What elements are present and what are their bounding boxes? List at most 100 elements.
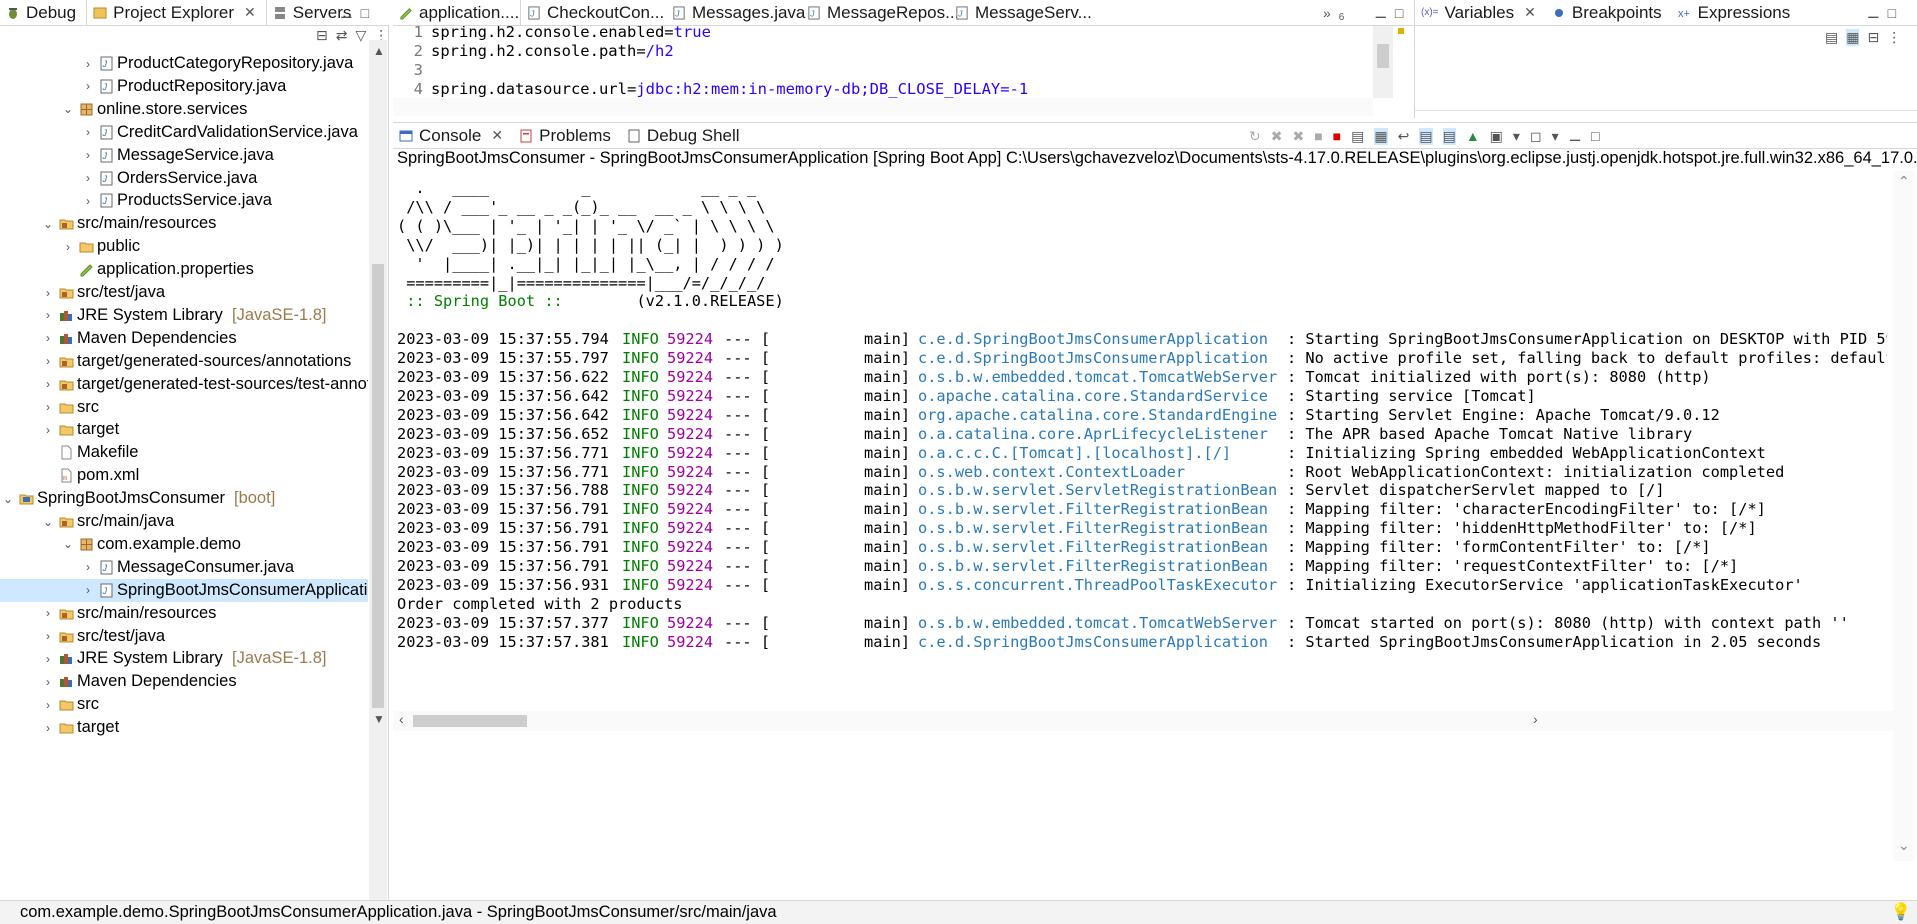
scroll-up-icon[interactable]: ▲ <box>373 44 385 58</box>
tree-item[interactable]: › J OrdersService.java <box>0 167 368 190</box>
close-icon[interactable]: ✕ <box>1524 4 1536 21</box>
close-icon[interactable]: ✕ <box>244 4 256 21</box>
tree-item[interactable]: › Maven Dependencies <box>0 327 368 350</box>
expanded-chevron-icon[interactable]: ⌄ <box>42 515 54 529</box>
remove-launch-icon[interactable]: ↻ <box>1249 128 1261 145</box>
expanded-chevron-icon[interactable]: ⌄ <box>2 492 14 506</box>
display-console-icon[interactable]: ▣ <box>1490 128 1503 145</box>
console-output[interactable]: . ____ _ __ _ _ /\\ / ___'_ __ _ _(_)_ _… <box>397 179 1887 859</box>
scroll-up-icon[interactable]: ⌃ <box>1898 173 1910 190</box>
tree-item[interactable]: › src/test/java <box>0 281 368 304</box>
show-on-stderr-icon[interactable]: ▤ <box>1442 127 1456 145</box>
collapsed-chevron-icon[interactable]: › <box>82 171 94 185</box>
tree-item[interactable]: ⌄ SpringBootJmsConsumer [boot] <box>0 487 368 510</box>
collapsed-chevron-icon[interactable]: › <box>42 354 54 368</box>
collapsed-chevron-icon[interactable]: › <box>82 583 94 597</box>
collapsed-chevron-icon[interactable]: › <box>42 377 54 391</box>
tree-item[interactable]: m pom.xml <box>0 464 368 487</box>
open-console-icon[interactable]: ◻ <box>1530 128 1542 145</box>
tab-console[interactable]: Console ✕ <box>393 123 514 148</box>
minimize-icon[interactable]: ⚊ <box>1569 128 1582 145</box>
tree-item[interactable]: ⌄ src/main/java <box>0 510 368 533</box>
show-on-stdout-icon[interactable]: ▤ <box>1419 127 1433 145</box>
tab-project-explorer[interactable]: Project Explorer ✕ <box>86 0 267 25</box>
collapsed-chevron-icon[interactable]: › <box>42 698 54 712</box>
tab-debug-shell[interactable]: Debug Shell <box>621 123 750 148</box>
scroll-lock-icon[interactable]: ▦ <box>1374 127 1388 145</box>
tree-item[interactable]: ⌄ src/main/resources <box>0 212 368 235</box>
pin-console-icon[interactable]: ▲ <box>1466 128 1480 144</box>
minimize-icon[interactable]: ⚊ <box>1374 5 1387 22</box>
tree-item[interactable]: › JRE System Library [JavaSE-1.8] <box>0 647 368 670</box>
expanded-chevron-icon[interactable]: ⌄ <box>42 217 54 231</box>
tree-item[interactable]: › J ProductCategoryRepository.java <box>0 52 368 75</box>
tree-item[interactable]: Makefile <box>0 441 368 464</box>
tree-item[interactable]: › src/test/java <box>0 625 368 648</box>
console-vscroll[interactable]: ⌃ ⌄ <box>1893 171 1915 861</box>
tree-item[interactable]: › Maven Dependencies <box>0 670 368 693</box>
collapsed-chevron-icon[interactable]: › <box>42 286 54 300</box>
scroll-right-icon[interactable]: › <box>1533 711 1538 727</box>
tree-item[interactable]: › J CreditCardValidationService.java <box>0 121 368 144</box>
collapsed-chevron-icon[interactable]: › <box>82 125 94 139</box>
editor-scroll-thumb[interactable] <box>1377 44 1389 68</box>
collapsed-chevron-icon[interactable]: › <box>42 675 54 689</box>
tree-item[interactable]: › J SpringBootJmsConsumerApplication.java <box>0 578 368 602</box>
tab-variables[interactable]: (x)= Variables ✕ <box>1415 0 1546 25</box>
maximize-icon[interactable]: □ <box>1591 128 1599 144</box>
editor-tab[interactable]: J MessageServ... <box>949 0 1097 25</box>
minimize-icon[interactable]: ⚊ <box>1867 5 1880 22</box>
terminate-icon[interactable]: ■ <box>1314 128 1322 144</box>
tree-item[interactable]: › J ProductRepository.java <box>0 75 368 98</box>
console-view-menu-icon[interactable]: ▾ <box>1552 128 1559 145</box>
expanded-chevron-icon[interactable]: ⌄ <box>62 537 74 551</box>
tree-item[interactable]: › public <box>0 235 368 258</box>
collapsed-chevron-icon[interactable]: › <box>42 721 54 735</box>
tree-item[interactable]: › target/generated-sources/annotations <box>0 350 368 373</box>
code-editor[interactable]: 1 spring.h2.console.enabled=true 2 spring.h… <box>393 26 1373 98</box>
tab-overflow-icon[interactable]: » <box>1323 5 1331 21</box>
collapsed-chevron-icon[interactable]: › <box>42 423 54 437</box>
tree-item[interactable]: › target/generated-test-sources/test-anno… <box>0 373 368 396</box>
remove-terminated-icon[interactable]: ✖ <box>1292 128 1304 145</box>
editor-tab[interactable]: J CheckoutCon... <box>521 0 666 25</box>
editor-hscroll[interactable] <box>393 98 1373 116</box>
scroll-down-icon[interactable]: ▼ <box>373 712 385 726</box>
tab-debug[interactable]: Debug <box>0 0 86 25</box>
layout-icon[interactable]: ▦ <box>1846 28 1860 46</box>
tree-item[interactable]: application.properties <box>0 258 368 281</box>
clear-console-icon[interactable]: ▤ <box>1351 128 1364 145</box>
collapsed-chevron-icon[interactable]: › <box>82 57 94 71</box>
editor-tab[interactable]: J MessageRepos... <box>801 0 959 25</box>
word-wrap-icon[interactable]: ↩ <box>1398 128 1410 145</box>
scroll-down-icon[interactable]: ⌄ <box>1898 837 1910 854</box>
collapse-all-icon[interactable]: ⊟ <box>1867 29 1879 46</box>
editor-vscroll[interactable] <box>1373 26 1393 98</box>
tip-lightbulb-icon[interactable]: 💡 <box>1890 903 1911 922</box>
tree-item[interactable]: › J MessageService.java <box>0 144 368 167</box>
tree-item[interactable]: › J ProductsService.java <box>0 189 368 212</box>
collapsed-chevron-icon[interactable]: › <box>62 240 74 254</box>
tree-item[interactable]: › src <box>0 693 368 716</box>
scroll-left-icon[interactable]: ‹ <box>399 711 404 727</box>
explorer-scrollbar[interactable]: ▲ ▼ <box>369 40 387 900</box>
collapsed-chevron-icon[interactable]: › <box>82 194 94 208</box>
remove-all-terminated-icon[interactable]: ✖ <box>1271 128 1283 145</box>
collapsed-chevron-icon[interactable]: › <box>82 560 94 574</box>
close-icon[interactable]: ✕ <box>491 127 503 144</box>
collapsed-chevron-icon[interactable]: › <box>42 308 54 322</box>
collapsed-chevron-icon[interactable]: › <box>82 148 94 162</box>
show-type-names-icon[interactable]: ▤ <box>1825 29 1838 46</box>
tree-item[interactable]: › target <box>0 716 368 739</box>
collapsed-chevron-icon[interactable]: › <box>42 629 54 643</box>
tab-breakpoints[interactable]: Breakpoints <box>1546 0 1672 25</box>
view-menu-icon[interactable]: ⋮ <box>1887 29 1901 46</box>
editor-tab[interactable]: application....✕ <box>393 0 541 25</box>
explorer-scroll-thumb[interactable] <box>372 264 384 708</box>
maximize-icon[interactable]: □ <box>361 5 369 21</box>
collapsed-chevron-icon[interactable]: › <box>42 400 54 414</box>
editor-tab[interactable]: J Messages.java <box>666 0 805 25</box>
tree-item[interactable]: › J MessageConsumer.java <box>0 556 368 579</box>
maximize-icon[interactable]: □ <box>1395 5 1403 21</box>
expanded-chevron-icon[interactable]: ⌄ <box>62 102 74 116</box>
